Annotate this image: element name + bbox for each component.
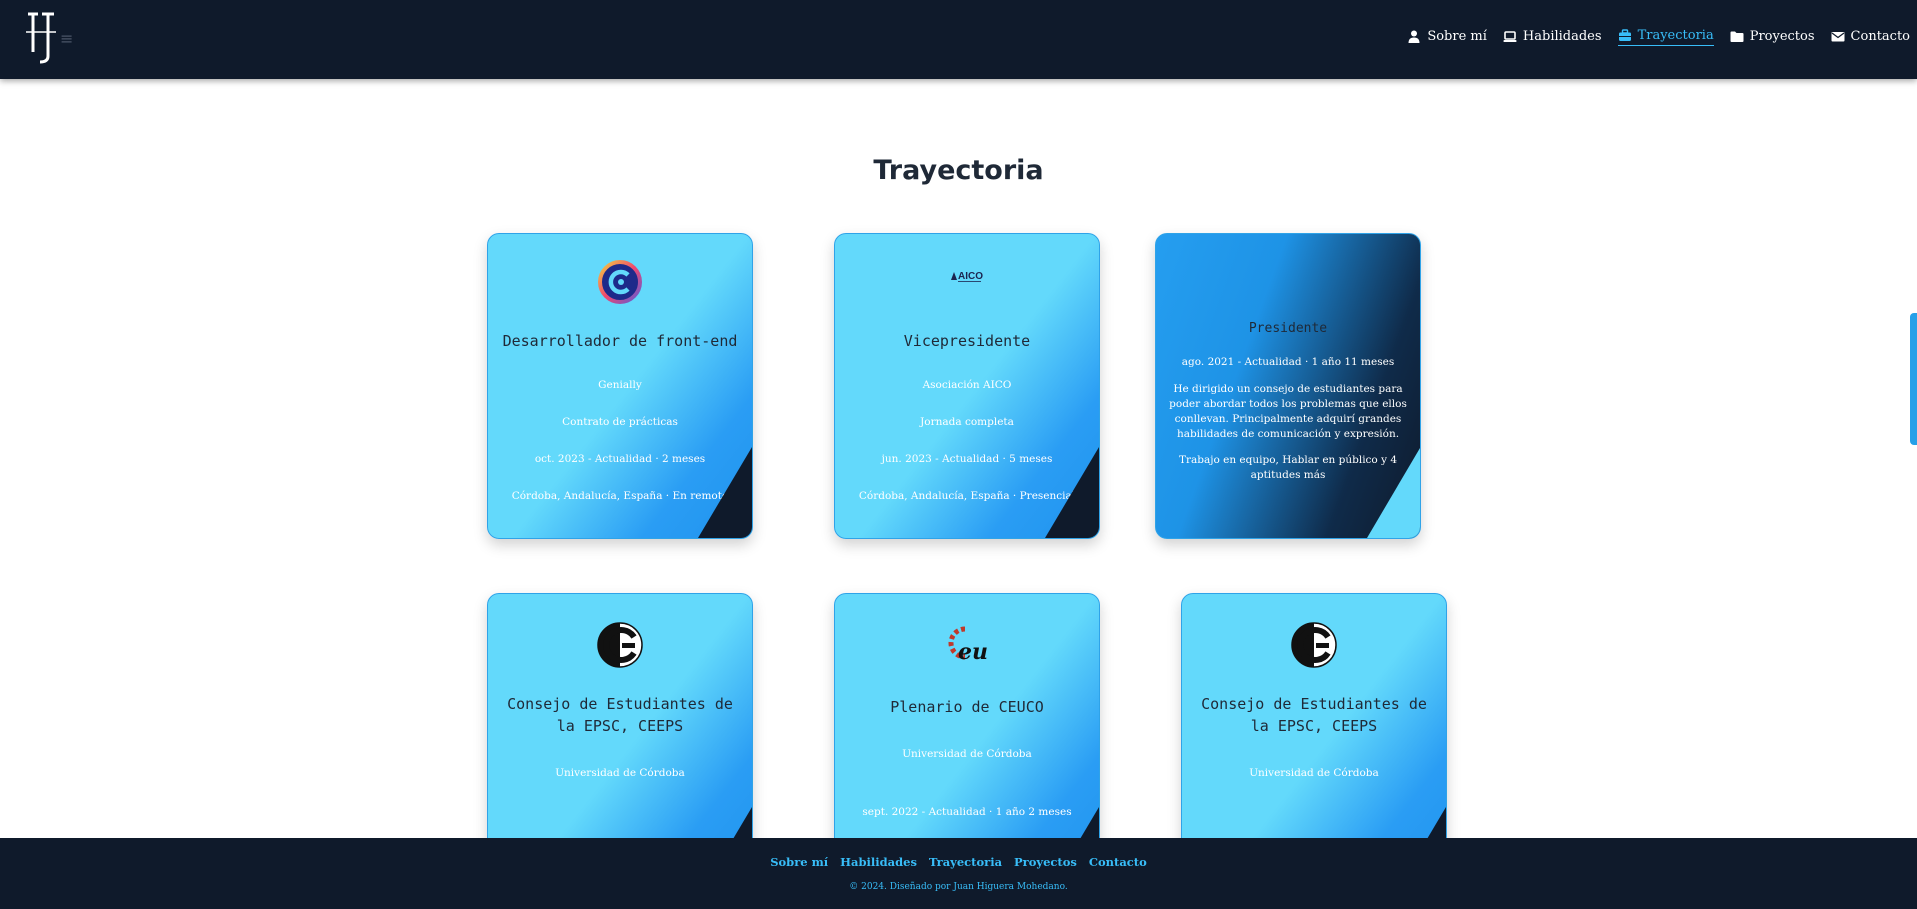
card-title: Consejo de Estudiantes de la EPSC, CEEPS [1201,695,1427,735]
footer-nav: Sobre mí Habilidades Trayectoria Proyect… [0,855,1917,869]
card-description: He dirigido un consejo de estudiantes pa… [1169,383,1407,440]
experience-card-flipped[interactable]: Presidente ago. 2021 - Actualidad · 1 añ… [1155,233,1421,539]
card-company: Genially [598,379,642,391]
card-company: Universidad de Córdoba [1249,767,1379,779]
scrollbar-thumb[interactable] [1910,313,1917,445]
card-title: Desarrollador de front-end [502,332,738,350]
footer-link-proyectos[interactable]: Proyectos [1014,855,1077,869]
nav-label: Contacto [1850,28,1910,44]
footer: Sobre mí Habilidades Trayectoria Proyect… [0,838,1917,909]
card-title: Consejo de Estudiantes de la EPSC, CEEPS [507,695,733,735]
nav-label: Proyectos [1749,28,1815,44]
envelope-icon [1831,30,1845,43]
laptop-icon [1503,30,1517,43]
aico-logo: AICO [947,258,987,288]
hamburger-icon[interactable]: ≡ [60,30,73,48]
card-type: Jornada completa [920,416,1014,428]
folder-icon [1730,30,1744,43]
nav-label: Habilidades [1522,28,1602,44]
user-icon [1407,30,1421,43]
nav-label: Trayectoria [1637,28,1714,43]
top-navbar: ≡ Sobre mí Habilidades Trayectoria Proye… [0,0,1917,79]
nav-habilidades[interactable]: Habilidades [1503,28,1602,46]
briefcase-icon [1618,29,1632,42]
footer-link-trayectoria[interactable]: Trayectoria [929,855,1002,869]
card-company: Universidad de Córdoba [555,767,685,779]
ceeps-logo [596,621,644,669]
svg-text:eu: eu [958,639,988,665]
card-location: Córdoba, Andalucía, España · Presencial [858,490,1076,502]
card-company: Universidad de Córdoba [902,748,1032,760]
card-location: Córdoba, Andalucía, España · En remoto [511,490,729,502]
card-skills: Trabajo en equipo, Hablar en público y 4… [1178,454,1398,481]
site-logo[interactable] [24,10,58,64]
nav-trayectoria[interactable]: Trayectoria [1617,28,1714,46]
nav-proyectos[interactable]: Proyectos [1730,28,1815,46]
genially-logo [596,258,644,306]
card-type: Contrato de prácticas [562,416,678,428]
footer-link-contacto[interactable]: Contacto [1089,855,1147,869]
footer-copyright: © 2024. Diseñado por Juan Higuera Moheda… [849,882,1068,892]
footer-link-sobre-mi[interactable]: Sobre mí [770,855,828,869]
card-dates: jun. 2023 - Actualidad · 5 meses [881,453,1053,465]
section-title: Trayectoria [873,155,1044,186]
card-title: Vicepresidente [903,332,1031,350]
experience-card[interactable]: AICO Vicepresidente Asociación AICO Jorn… [834,233,1100,539]
ceuco-logo: eu [943,621,991,669]
experience-card[interactable]: Desarrollador de front-end Genially Cont… [487,233,753,539]
card-title: Plenario de CEUCO [890,698,1044,716]
nav-label: Sobre mí [1427,28,1487,44]
card-dates: oct. 2023 - Actualidad · 2 meses [534,453,706,465]
ceeps-logo [1290,621,1338,669]
card-company: Asociación AICO [922,379,1012,391]
footer-link-habilidades[interactable]: Habilidades [840,855,917,869]
card-dates: ago. 2021 - Actualidad · 1 año 11 meses [1181,356,1395,368]
svg-text:AICO: AICO [958,271,983,282]
card-dates: sept. 2022 - Actualidad · 1 año 2 meses [862,806,1072,818]
nav-contacto[interactable]: Contacto [1831,28,1910,46]
main-nav: Sobre mí Habilidades Trayectoria Proyect… [1407,28,1910,46]
nav-sobre-mi[interactable]: Sobre mí [1407,28,1487,46]
card-title: Presidente [1248,321,1328,336]
